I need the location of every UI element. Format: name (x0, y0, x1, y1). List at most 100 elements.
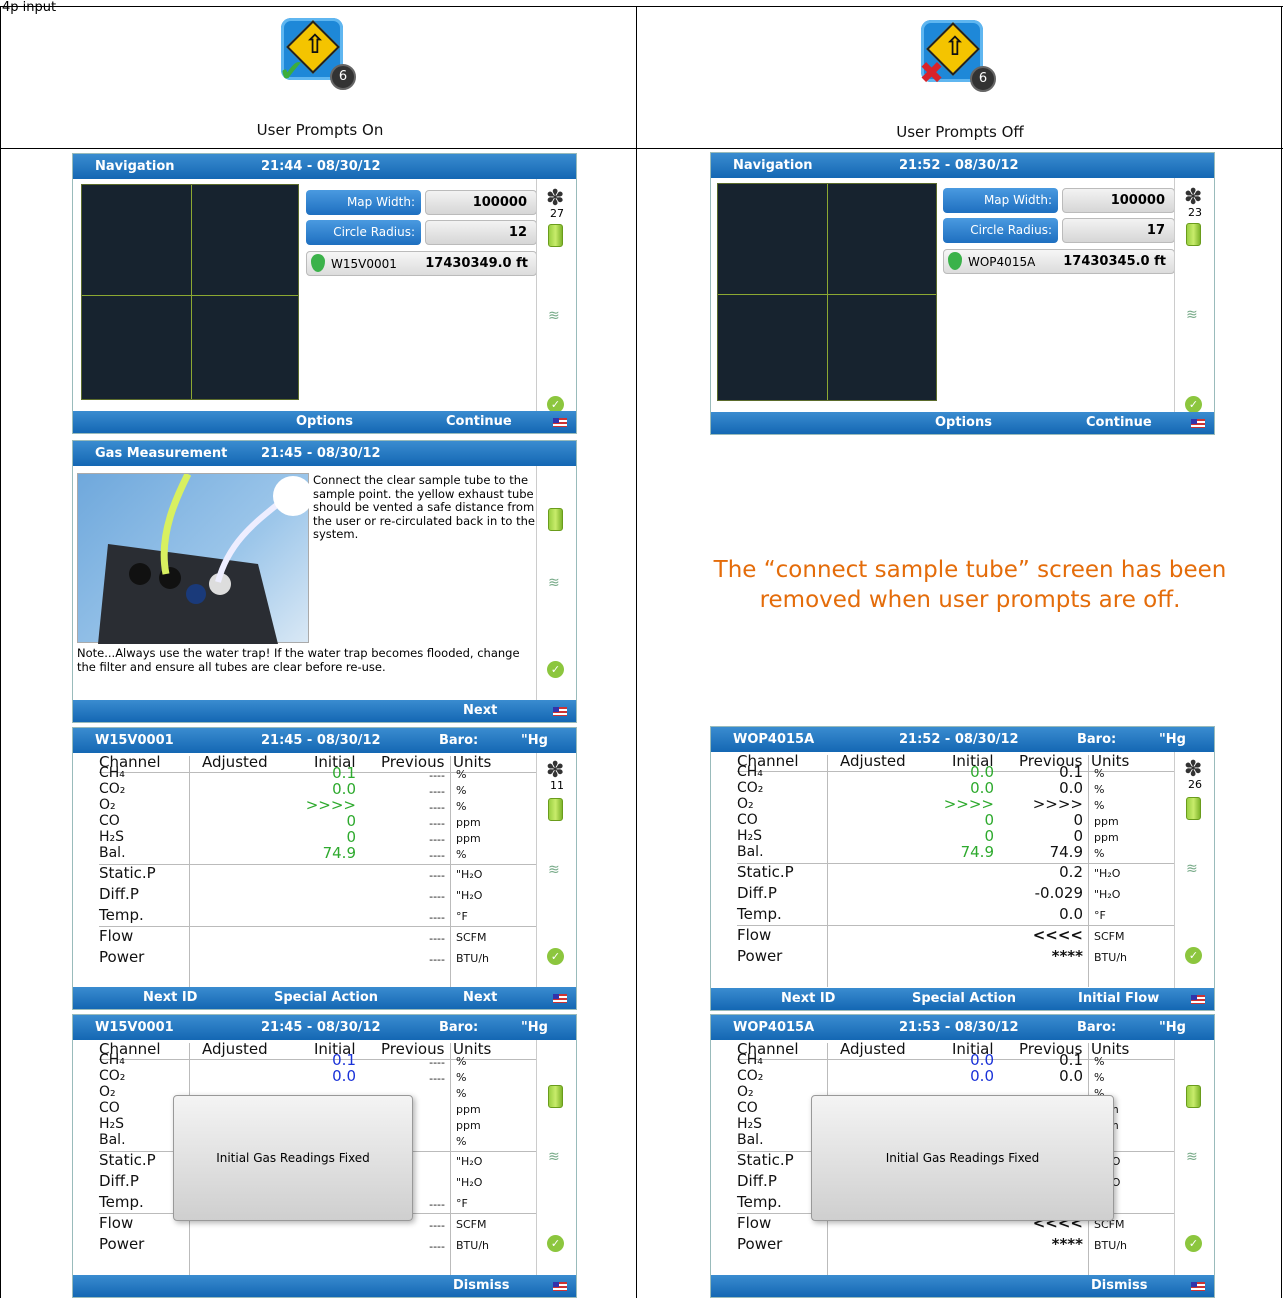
flag-icon (553, 418, 567, 427)
unit-label: BTU/h (456, 1239, 489, 1252)
battery-icon (1186, 1085, 1201, 1108)
user-prompts-on-icon: ⇧ ✔ 6 (275, 14, 370, 109)
initial-flow-button[interactable]: Initial Flow (1078, 991, 1159, 1006)
next-button[interactable]: Next (463, 990, 497, 1005)
row-divider (737, 863, 1178, 864)
ok-check-icon: ✓ (1185, 947, 1202, 964)
flag-icon (553, 707, 567, 716)
column-divider (450, 756, 451, 988)
baro-label: Baro: (439, 733, 479, 748)
options-button[interactable]: Options (296, 414, 353, 429)
baro-label: Baro: (1077, 732, 1117, 747)
bottom-bar: Next ID Special Action Next (73, 987, 576, 1009)
initial-value: 0.1 (332, 1051, 356, 1069)
location-pin-icon (948, 252, 962, 270)
circle-radius-value[interactable]: 12 (425, 220, 537, 245)
row-divider (99, 772, 540, 773)
channel-label: O₂ (99, 797, 116, 813)
map-view[interactable] (717, 183, 937, 401)
unit-label: "H₂O (1094, 888, 1121, 901)
channel-label: H₂S (99, 829, 125, 845)
next-button[interactable]: Next (463, 703, 497, 718)
initial-value: 74.9 (960, 843, 994, 861)
unit-label: % (456, 1135, 467, 1148)
x-icon: ✖ (919, 56, 945, 91)
title-bar: Gas Measurement 21:45 - 08/30/12 (73, 441, 576, 466)
header-adjusted: Adjusted (202, 1040, 268, 1058)
status-sidebar: ✽ 23 ≋ ✓ (1174, 178, 1214, 413)
check-icon: ✔ (279, 54, 305, 89)
flag-icon (1191, 995, 1205, 1004)
waypoint-button[interactable]: W15V0001 17430349.0 ft (306, 251, 537, 276)
right-navigation-screen: Navigation 21:52 - 08/30/12 Map Width: 1… (710, 152, 1215, 435)
initial-value: >>>> (943, 795, 994, 813)
map-view[interactable] (81, 184, 299, 400)
screen-time: 21:52 - 08/30/12 (899, 732, 1019, 747)
previous-value: 0.2 (1059, 863, 1083, 881)
unit-label: % (1094, 1055, 1105, 1068)
unit-label: % (1094, 783, 1105, 796)
channel-label: Diff.P (737, 884, 777, 902)
initial-value: 0 (984, 811, 994, 829)
row-divider (99, 864, 540, 865)
special-action-button[interactable]: Special Action (274, 990, 378, 1005)
unit-label: % (456, 1055, 467, 1068)
unit-label: % (456, 848, 467, 861)
table-middle-border (636, 6, 637, 1298)
initial-value: 0 (346, 812, 356, 830)
screen-time: 21:52 - 08/30/12 (899, 158, 1019, 173)
initial-value: 0.0 (332, 780, 356, 798)
unit-label: BTU/h (456, 952, 489, 965)
baro-unit: "Hg (1159, 1020, 1186, 1035)
map-width-button[interactable]: Map Width: (306, 190, 421, 215)
unit-label: BTU/h (1094, 951, 1127, 964)
bottom-bar: Dismiss (711, 1275, 1214, 1297)
water-trap-note: Note...Always use the water trap! If the… (77, 646, 520, 674)
special-action-button[interactable]: Special Action (912, 991, 1016, 1006)
previous-value: 0.0 (1059, 905, 1083, 923)
options-button[interactable]: Options (935, 415, 992, 430)
map-width-button[interactable]: Map Width: (943, 188, 1058, 213)
channel-label: H₂S (737, 828, 763, 844)
readings-fixed-dialog[interactable]: Initial Gas Readings Fixed (811, 1095, 1114, 1221)
unit-label: SCFM (456, 931, 487, 944)
unit-label: % (456, 1087, 467, 1100)
previous-value: 0 (1073, 811, 1083, 829)
user-prompts-off-label: User Prompts Off (896, 123, 1024, 141)
channel-label: Diff.P (99, 885, 139, 903)
channel-label: CH₄ (99, 765, 125, 781)
dismiss-button[interactable]: Dismiss (1091, 1278, 1147, 1293)
continue-button[interactable]: Continue (446, 414, 512, 429)
battery-icon (548, 1085, 563, 1108)
circle-radius-button[interactable]: Circle Radius: (943, 218, 1058, 243)
channel-label: Temp. (737, 905, 782, 923)
column-divider (450, 1043, 451, 1275)
next-id-button[interactable]: Next ID (143, 990, 197, 1005)
previous-value: <<<< (1032, 926, 1083, 944)
map-width-value[interactable]: 100000 (425, 190, 537, 215)
initial-value: 0 (346, 828, 356, 846)
bottom-bar: Next ID Special Action Initial Flow (711, 988, 1214, 1010)
channel-label: Flow (737, 1214, 772, 1232)
unit-label: °F (1094, 909, 1106, 922)
wifi-icon: ≋ (548, 862, 560, 878)
map-width-value[interactable]: 100000 (1062, 188, 1175, 213)
channel-label: H₂S (99, 1116, 125, 1132)
next-id-button[interactable]: Next ID (781, 991, 835, 1006)
channel-label: CO₂ (737, 1068, 764, 1084)
circle-radius-button[interactable]: Circle Radius: (306, 220, 421, 245)
waypoint-button[interactable]: WOP4015A 17430345.0 ft (943, 249, 1175, 274)
continue-button[interactable]: Continue (1086, 415, 1152, 430)
status-sidebar: ≋ ✓ (1174, 1040, 1214, 1275)
screen-time: 21:45 - 08/30/12 (261, 733, 381, 748)
readings-fixed-dialog[interactable]: Initial Gas Readings Fixed (173, 1095, 413, 1221)
dismiss-button[interactable]: Dismiss (453, 1278, 509, 1293)
circle-radius-value[interactable]: 17 (1062, 218, 1175, 243)
previous-value: >>>> (1032, 795, 1083, 813)
initial-value: 0.0 (970, 763, 994, 781)
location-pin-icon (311, 254, 325, 272)
channel-label: CO₂ (99, 781, 126, 797)
waypoint-id: WOP4015A (968, 255, 1036, 269)
channel-label: Diff.P (737, 1172, 777, 1190)
channel-label: CH₄ (737, 1052, 763, 1068)
